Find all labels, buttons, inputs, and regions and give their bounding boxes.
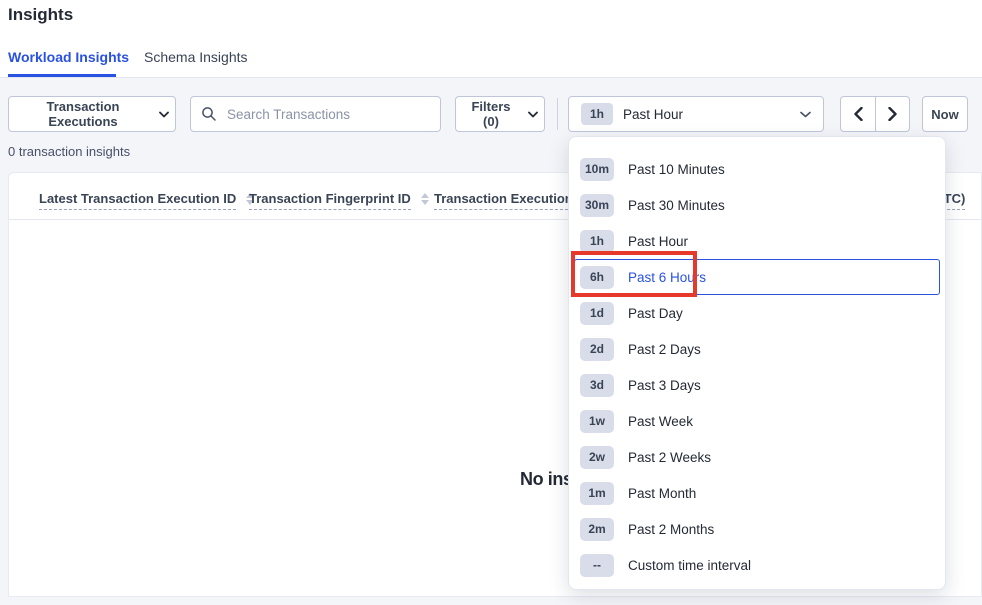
- filters-button[interactable]: Filters (0): [455, 96, 545, 132]
- time-option-label: Past 2 Months: [628, 522, 714, 537]
- active-tab-underline: [8, 74, 116, 77]
- search-box: [190, 96, 441, 132]
- time-option-past-6-hours[interactable]: 6h Past 6 Hours: [574, 259, 940, 295]
- time-option-past-day[interactable]: 1d Past Day: [574, 295, 940, 331]
- time-option-label: Past 30 Minutes: [628, 198, 725, 213]
- time-option-past-hour[interactable]: 1h Past Hour: [574, 223, 940, 259]
- chevron-down-icon: [800, 111, 811, 118]
- time-option-past-3-days[interactable]: 3d Past 3 Days: [574, 367, 940, 403]
- time-option-label: Past Hour: [628, 234, 688, 249]
- time-option-past-2-months[interactable]: 2m Past 2 Months: [574, 511, 940, 547]
- time-option-badge: 2w: [580, 446, 614, 469]
- time-option-label: Past Month: [628, 486, 696, 501]
- toolbar-divider: [557, 98, 558, 130]
- time-option-badge: 30m: [580, 194, 614, 217]
- time-option-label: Past 2 Days: [628, 342, 701, 357]
- time-range-badge: 1h: [581, 103, 613, 125]
- time-option-badge: 1d: [580, 302, 614, 325]
- time-option-past-2-weeks[interactable]: 2w Past 2 Weeks: [574, 439, 940, 475]
- now-button-label: Now: [931, 107, 958, 122]
- chevron-left-icon: [854, 107, 863, 121]
- interval-arrows: [840, 96, 910, 132]
- time-option-past-10-minutes[interactable]: 10m Past 10 Minutes: [574, 151, 940, 187]
- time-option-label: Past 6 Hours: [628, 270, 706, 285]
- now-button[interactable]: Now: [922, 96, 968, 132]
- column-header-transaction-execution[interactable]: Transaction Execution: [434, 191, 573, 210]
- time-option-label: Custom time interval: [628, 558, 751, 573]
- time-option-badge: 2m: [580, 518, 614, 541]
- chevron-right-icon: [888, 107, 897, 121]
- page-header: Insights Workload Insights Schema Insigh…: [0, 0, 982, 78]
- time-option-label: Past Week: [628, 414, 693, 429]
- time-option-badge: 1m: [580, 482, 614, 505]
- chevron-down-icon: [528, 111, 538, 118]
- time-option-label: Past 3 Days: [628, 378, 701, 393]
- time-option-badge: 1w: [580, 410, 614, 433]
- time-option-past-2-days[interactable]: 2d Past 2 Days: [574, 331, 940, 367]
- column-header-transaction-fingerprint-id[interactable]: Transaction Fingerprint ID: [249, 191, 429, 210]
- insights-count: 0 transaction insights: [8, 144, 130, 159]
- tab-workload-insights[interactable]: Workload Insights: [8, 49, 129, 65]
- time-option-past-month[interactable]: 1m Past Month: [574, 475, 940, 511]
- time-option-badge: 3d: [580, 374, 614, 397]
- time-option-label: Past 10 Minutes: [628, 162, 725, 177]
- search-icon: [201, 106, 217, 122]
- time-option-badge: --: [580, 554, 614, 577]
- time-option-custom-interval[interactable]: -- Custom time interval: [574, 547, 940, 583]
- time-option-label: Past 2 Weeks: [628, 450, 711, 465]
- column-header-latest-transaction-execution-id[interactable]: Latest Transaction Execution ID: [39, 191, 254, 210]
- time-option-label: Past Day: [628, 306, 683, 321]
- time-option-badge: 2d: [580, 338, 614, 361]
- search-input[interactable]: [225, 106, 430, 123]
- time-option-badge: 6h: [580, 266, 614, 289]
- time-option-past-week[interactable]: 1w Past Week: [574, 403, 940, 439]
- time-option-badge: 10m: [580, 158, 614, 181]
- time-range-label: Past Hour: [623, 107, 790, 122]
- prev-interval-button[interactable]: [840, 96, 875, 132]
- sort-icon[interactable]: [421, 193, 429, 205]
- time-option-past-30-minutes[interactable]: 30m Past 30 Minutes: [574, 187, 940, 223]
- insight-type-select-label: Transaction Executions: [15, 99, 151, 129]
- time-range-select[interactable]: 1h Past Hour: [568, 96, 824, 132]
- next-interval-button[interactable]: [875, 96, 910, 132]
- insight-type-select[interactable]: Transaction Executions: [8, 96, 176, 132]
- chevron-down-icon: [159, 111, 169, 118]
- tab-schema-insights[interactable]: Schema Insights: [144, 49, 248, 65]
- page-title: Insights: [8, 5, 73, 25]
- filters-button-label: Filters (0): [462, 99, 520, 129]
- time-range-dropdown: 10m Past 10 Minutes 30m Past 30 Minutes …: [568, 136, 946, 590]
- time-option-badge: 1h: [580, 230, 614, 253]
